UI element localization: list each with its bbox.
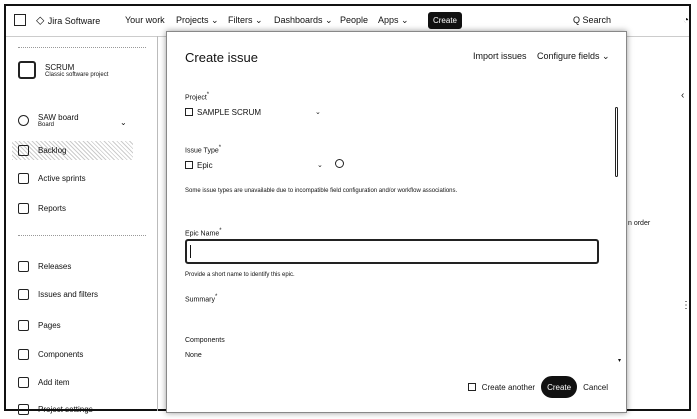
project-icon — [185, 108, 193, 116]
text-caret — [190, 245, 191, 258]
sidebar-item-components[interactable]: Components — [18, 349, 83, 360]
sidebar-divider — [18, 235, 146, 236]
nav-your-work[interactable]: Your work — [125, 15, 165, 25]
chevron-down-icon[interactable]: ⌄ — [317, 161, 323, 169]
create-another-checkbox[interactable] — [467, 383, 476, 391]
sidebar-item-pages[interactable]: Pages — [18, 320, 61, 331]
scroll-down-icon[interactable]: ▾ — [618, 357, 621, 364]
issue-type-value: Epic — [197, 161, 213, 170]
help-icon[interactable] — [335, 159, 344, 168]
epic-name-help: Provide a short name to identify this ep… — [185, 272, 295, 278]
sidebar-item-label: Issues and filters — [38, 290, 99, 299]
dialog-footer: Create another Create Cancel — [467, 376, 608, 398]
sidebar-item-label: Components — [38, 350, 84, 359]
create-button[interactable]: Create — [428, 12, 462, 29]
sidebar-item-label: Active sprints — [38, 174, 86, 183]
sidebar-item-board[interactable]: SAW board Board — [18, 113, 79, 128]
board-name: SAW board — [38, 113, 79, 122]
components-icon — [18, 349, 29, 360]
app-switcher-icon[interactable] — [14, 14, 26, 26]
cancel-button[interactable]: Cancel — [583, 383, 608, 392]
background-text: n order — [628, 220, 651, 227]
chevron-left-icon[interactable]: ‹ — [681, 90, 684, 101]
nav-dashboards[interactable]: Dashboards ⌄ — [274, 15, 333, 26]
create-issue-dialog: Create issue Import issues Configure fie… — [166, 31, 627, 413]
nav-apps[interactable]: Apps ⌄ — [378, 15, 409, 26]
components-label: Components — [185, 337, 225, 344]
configure-fields-button[interactable]: Configure fields ⌄ — [537, 51, 610, 62]
dialog-title: Create issue — [185, 50, 258, 65]
issues-icon — [18, 289, 29, 300]
import-issues-link[interactable]: Import issues — [473, 51, 527, 61]
sidebar-item-reports[interactable]: Reports — [18, 203, 66, 214]
add-icon — [18, 377, 29, 388]
nav-projects[interactable]: Projects ⌄ — [176, 15, 219, 26]
project-type: Classic software project — [45, 71, 109, 78]
jira-logo[interactable]: ⬦ Jira Software — [36, 13, 100, 28]
sidebar-item-label: Reports — [38, 204, 67, 213]
board-sub: Board — [38, 122, 55, 128]
sidebar-divider — [18, 47, 146, 48]
chevron-down-icon[interactable]: ⌄ — [315, 108, 321, 116]
sidebar-item-settings[interactable]: Project settings — [18, 404, 93, 415]
sidebar-item-active-sprints[interactable]: Active sprints — [18, 173, 86, 184]
project-value: SAMPLE SCRUM — [197, 108, 262, 117]
sidebar-item-label: Project settings — [38, 405, 93, 414]
logo-text: Jira Software — [47, 16, 101, 26]
sidebar-item-add-item[interactable]: Add item — [18, 377, 70, 388]
releases-icon — [18, 261, 29, 272]
sidebar-item-label: Backlog — [38, 146, 67, 155]
scrollbar-thumb[interactable] — [615, 107, 618, 177]
more-icon[interactable]: ⋮ — [681, 300, 691, 311]
project-avatar — [18, 61, 36, 79]
project-select[interactable]: SAMPLE SCRUM — [185, 108, 261, 117]
project-header[interactable]: SCRUM Classic software project — [18, 61, 108, 79]
sidebar-item-label: Add item — [38, 378, 70, 387]
sidebar-item-issues[interactable]: Issues and filters — [18, 289, 98, 300]
search-input[interactable]: Q Search — [573, 15, 611, 25]
dialog-scrollbar[interactable] — [615, 92, 619, 392]
sidebar-item-label: Pages — [38, 321, 61, 330]
issue-type-label: Issue Type* — [185, 145, 222, 155]
project-name: SCRUM — [45, 62, 75, 72]
epic-icon — [185, 161, 193, 169]
nav-people[interactable]: People — [340, 15, 368, 25]
notification-icon[interactable]: ◔ — [683, 15, 689, 26]
chevron-down-icon[interactable]: ⌄ — [120, 118, 127, 127]
board-icon — [18, 115, 29, 126]
pages-icon — [18, 320, 29, 331]
app-window: ⬦ Jira Software Your work Projects ⌄ Fil… — [4, 4, 693, 415]
issue-type-note: Some issue types are unavailable due to … — [185, 188, 458, 194]
sidebar-item-label: Releases — [38, 262, 72, 271]
backlog-icon — [18, 145, 29, 156]
reports-icon — [18, 203, 29, 214]
submit-create-button[interactable]: Create — [541, 376, 578, 398]
epic-name-input[interactable] — [185, 239, 599, 264]
sidebar-item-releases[interactable]: Releases — [18, 261, 71, 272]
components-value[interactable]: None — [185, 352, 202, 359]
epic-name-label: Epic Name* — [185, 228, 222, 238]
sprint-icon — [18, 173, 29, 184]
project-label: Project* — [185, 92, 210, 102]
issue-type-select[interactable]: Epic — [185, 161, 213, 170]
summary-label: Summary* — [185, 294, 218, 304]
right-rail: ‹ ⋮ — [681, 42, 693, 402]
settings-icon — [18, 404, 29, 415]
project-sidebar: SCRUM Classic software project SAW board… — [6, 36, 158, 415]
nav-filters[interactable]: Filters ⌄ — [228, 15, 263, 26]
sidebar-item-backlog[interactable]: Backlog — [12, 141, 133, 160]
create-another-label: Create another — [481, 382, 536, 392]
